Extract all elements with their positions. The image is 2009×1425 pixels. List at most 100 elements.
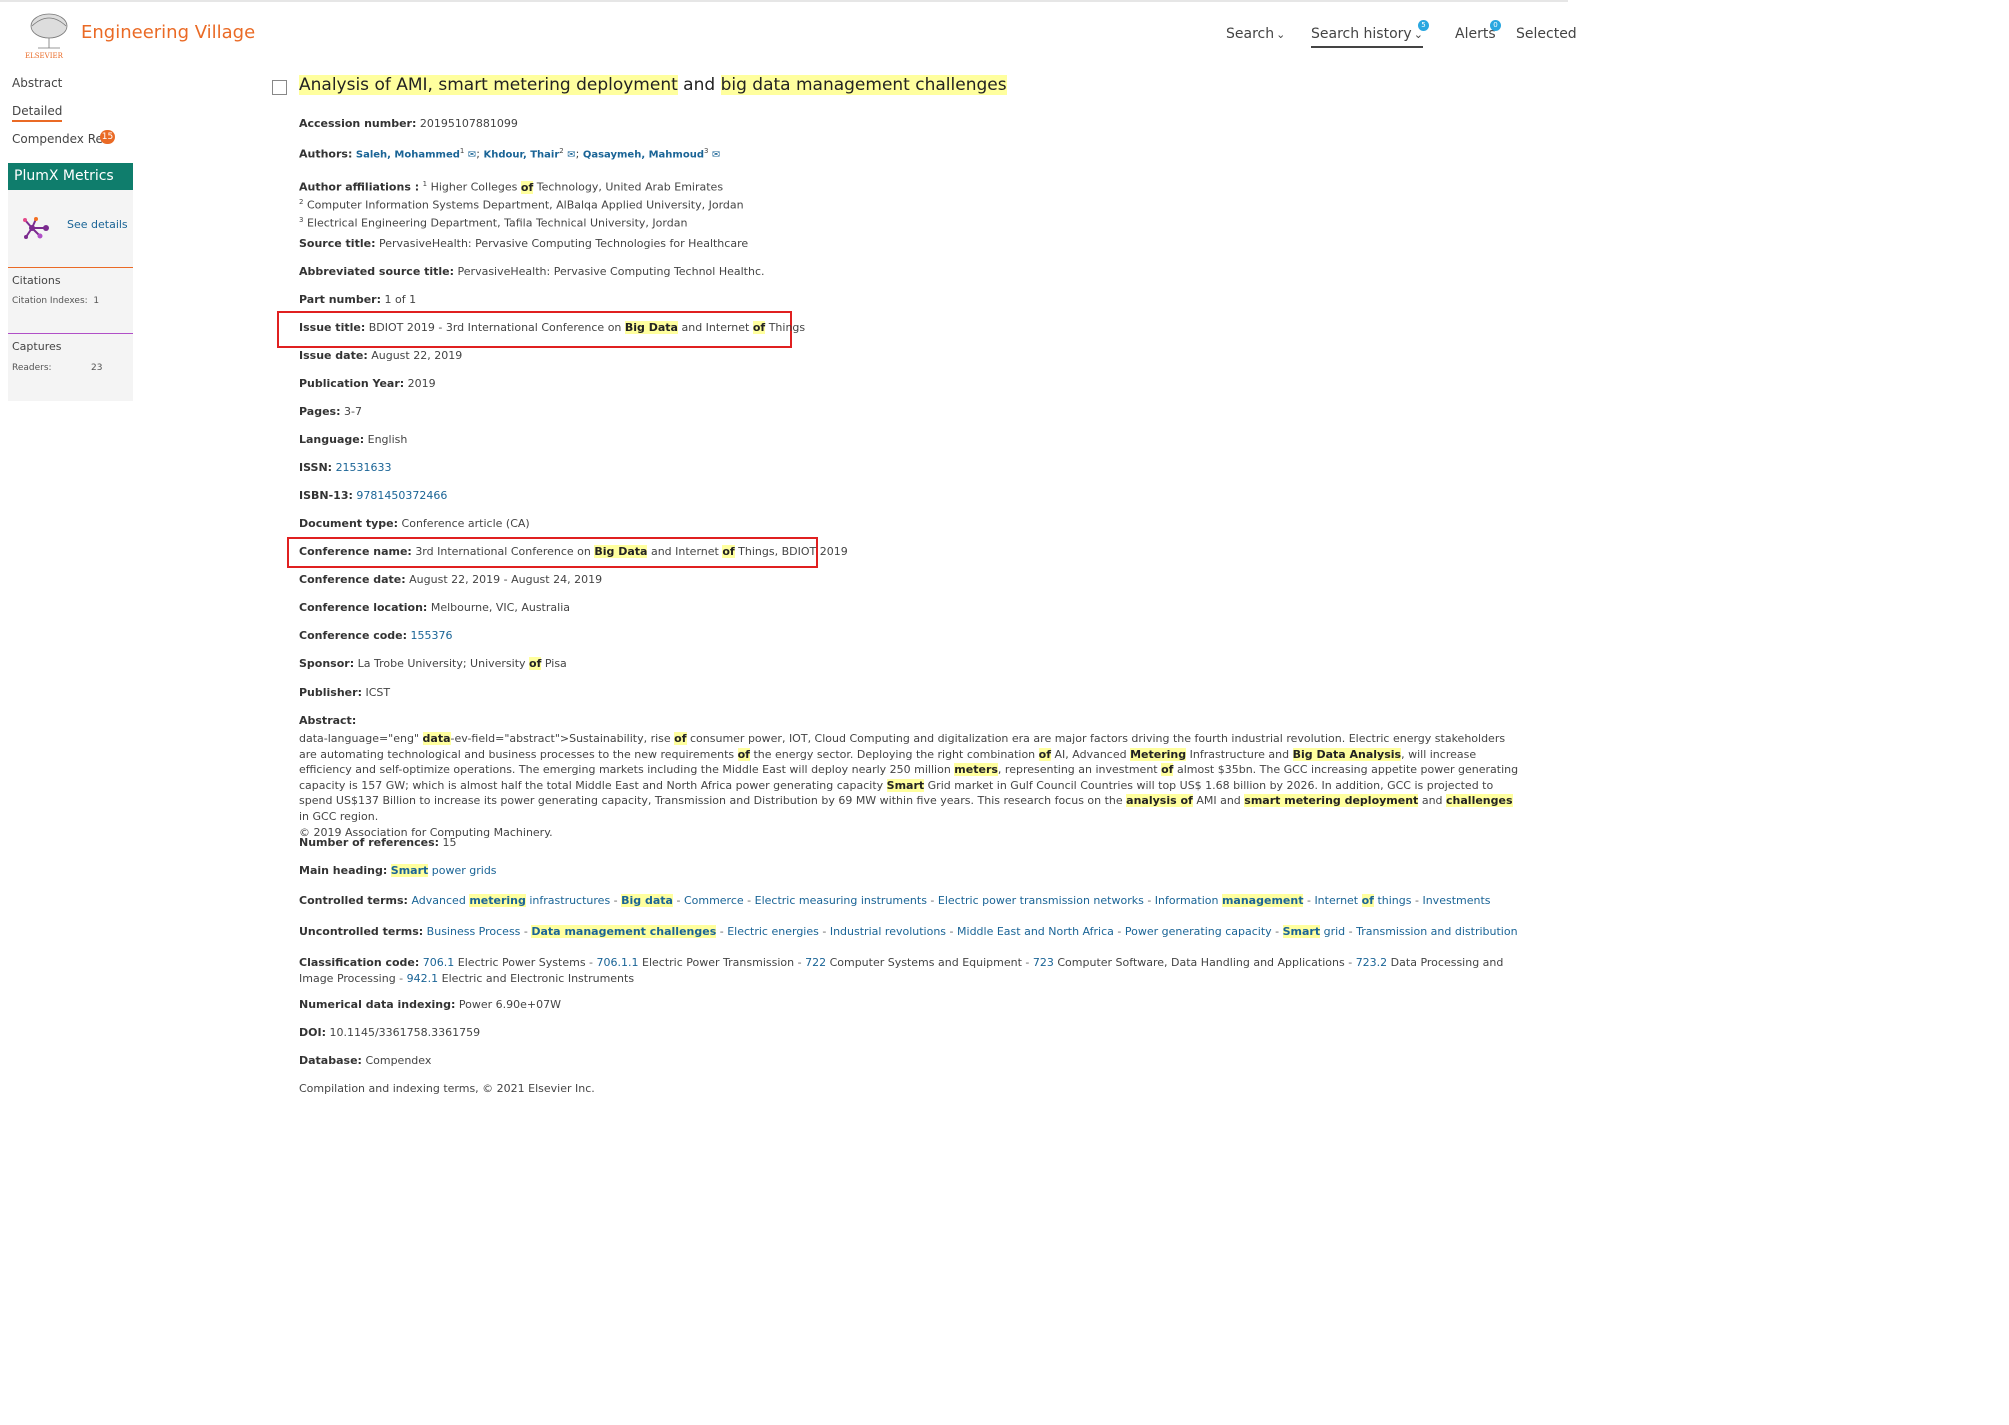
uncontrolled-term-link[interactable]: Business Process (427, 925, 521, 938)
plumx-captures-heading: Captures (12, 340, 62, 353)
sponsor-label: Sponsor: (299, 657, 355, 670)
affil-sup: 3 (299, 216, 304, 225)
controlled-term-link[interactable]: Internet of things (1314, 894, 1412, 907)
select-record-checkbox[interactable] (272, 80, 287, 95)
classification-code-link[interactable]: 722 (805, 956, 826, 969)
record-title[interactable]: Analysis of AMI, smart metering deployme… (299, 75, 1007, 95)
brand-name[interactable]: Engineering Village (81, 22, 255, 43)
left-nav-compendex-refs[interactable]: Compendex Refs (12, 132, 113, 146)
affil-highlight: of (520, 180, 534, 194)
conf-date-label: Conference date: (299, 573, 406, 586)
controlled-term-link[interactable]: Advanced metering infrastructures (411, 894, 610, 907)
uncontrolled-term-link[interactable]: Middle East and North Africa (957, 925, 1114, 938)
email-icon[interactable]: ✉ (468, 150, 476, 161)
conf-name-text: and Internet (647, 545, 723, 558)
search-history-count-badge: 5 (1418, 20, 1429, 31)
sponsor-highlight: of (529, 657, 542, 670)
affil-text: Electrical Engineering Department, Tafil… (306, 216, 688, 230)
title-text: and (677, 75, 721, 95)
classification-list: 706.1 Electric Power Systems - 706.1.1 E… (299, 956, 1503, 985)
classification-code-link[interactable]: 723.2 (1356, 956, 1388, 969)
abstract-segment: in GCC region. (299, 809, 379, 823)
controlled-term-link-text: Information (1154, 894, 1222, 907)
classification-code-link[interactable]: 706.1 (423, 956, 455, 969)
uncontrolled-term-link[interactable]: Electric energies (727, 925, 819, 938)
uncontrolled-term-link-text: Middle East and North Africa (957, 925, 1114, 938)
term-separator: - (1411, 894, 1423, 907)
abstract-highlight: Big Data Analysis (1292, 747, 1402, 761)
conf-name-text: Things, BDIOT 2019 (734, 545, 848, 558)
part-number-row: Part number: 1 of 1 (299, 293, 416, 306)
controlled-term-link-text: Advanced (411, 894, 470, 907)
classification-desc: Electric Power Transmission (638, 956, 795, 969)
abbrev-source-row: Abbreviated source title: PervasiveHealt… (299, 265, 765, 278)
controlled-term-link-highlight: Big data (621, 894, 673, 907)
classification-desc: Electric and Electronic Instruments (438, 971, 635, 985)
classification-code-link[interactable]: 723 (1033, 956, 1054, 969)
uncontrolled-term-link[interactable]: Smart grid (1282, 925, 1345, 938)
uncontrolled-term-link[interactable]: Power generating capacity (1125, 925, 1272, 938)
nav-search-history[interactable]: Search history ⌄ (1311, 26, 1423, 48)
isbn-link[interactable]: 9781450372466 (356, 489, 447, 502)
term-separator: - (1344, 956, 1356, 969)
uncontrolled-term-link-text: Electric energies (727, 925, 819, 938)
abstract-highlight: data (422, 732, 451, 745)
term-separator: - (794, 956, 806, 969)
conf-date-value: August 22, 2019 - August 24, 2019 (409, 573, 603, 586)
uncontrolled-term-link[interactable]: Industrial revolutions (830, 925, 946, 938)
uncontrolled-term-link[interactable]: Data management challenges (531, 925, 717, 938)
nav-alerts[interactable]: Alerts (1455, 26, 1496, 42)
elsevier-logo[interactable]: ELSEVIER (22, 8, 76, 60)
term-separator: - (395, 971, 407, 985)
source-title-label: Source title: (299, 237, 376, 250)
doctype-value: Conference article (CA) (401, 517, 530, 530)
plumx-citations-heading: Citations (12, 274, 61, 287)
abstract-label: Abstract: (299, 714, 357, 727)
main-heading-text: power grids (428, 864, 497, 877)
email-icon[interactable]: ✉ (712, 150, 720, 161)
title-highlight: Analysis of AMI, smart metering deployme… (299, 75, 678, 95)
alerts-count-badge: 0 (1490, 20, 1501, 31)
left-nav-detailed[interactable]: Detailed (12, 104, 63, 122)
controlled-term-link-text: things (1373, 894, 1412, 907)
isbn-label: ISBN-13: (299, 489, 353, 502)
author-link[interactable]: Saleh, Mohammed (356, 150, 460, 161)
controlled-term-link[interactable]: Commerce (684, 894, 744, 907)
authors-row: Authors: Saleh, Mohammed1 ✉; Khdour, Tha… (299, 147, 721, 161)
controlled-term-link[interactable]: Electric measuring instruments (755, 894, 927, 907)
term-separator: - (1303, 894, 1315, 907)
top-border (0, 0, 1568, 2)
issue-title-text: BDIOT 2019 - 3rd International Conferenc… (368, 321, 625, 334)
issue-title-row: Issue title: BDIOT 2019 - 3rd Internatio… (299, 321, 805, 334)
conf-date-row: Conference date: August 22, 2019 - Augus… (299, 573, 602, 586)
plumx-see-details-link[interactable]: See details (67, 218, 128, 231)
nav-selected[interactable]: Selected (1516, 26, 1577, 42)
author-link[interactable]: Qasaymeh, Mahmoud (583, 150, 704, 161)
controlled-term-link[interactable]: Big data (621, 894, 673, 907)
nav-search[interactable]: Search ⌄ (1226, 26, 1285, 42)
language-label: Language: (299, 433, 365, 446)
plumx-icon[interactable] (22, 215, 56, 241)
controlled-term-link-text: Electric measuring instruments (754, 894, 927, 907)
affiliations-label: Author affiliations : (299, 180, 420, 194)
left-nav-abstract[interactable]: Abstract (12, 76, 62, 90)
controlled-term-link[interactable]: Information management (1155, 894, 1304, 907)
pub-year-value: 2019 (407, 377, 436, 390)
controlled-term-link-text: Investments (1422, 894, 1491, 907)
author-link[interactable]: Khdour, Thair (483, 150, 559, 161)
numerical-label: Numerical data indexing: (299, 998, 456, 1011)
controlled-term-link[interactable]: Electric power transmission networks (938, 894, 1144, 907)
main-heading-link[interactable]: Smart power grids (390, 864, 497, 877)
conf-code-link[interactable]: 155376 (411, 629, 453, 642)
term-separator: - (585, 956, 597, 969)
classification-code-link[interactable]: 706.1.1 (597, 956, 639, 969)
classification-code-link[interactable]: 942.1 (407, 972, 439, 985)
email-icon[interactable]: ✉ (567, 150, 575, 161)
conf-code-label: Conference code: (299, 629, 408, 642)
controlled-term-link-highlight: management (1221, 894, 1304, 907)
doctype-label: Document type: (299, 517, 399, 530)
num-refs-label: Number of references: (299, 836, 440, 849)
uncontrolled-term-link[interactable]: Transmission and distribution (1356, 925, 1517, 938)
issn-link[interactable]: 21531633 (336, 461, 392, 474)
controlled-term-link[interactable]: Investments (1422, 894, 1490, 907)
